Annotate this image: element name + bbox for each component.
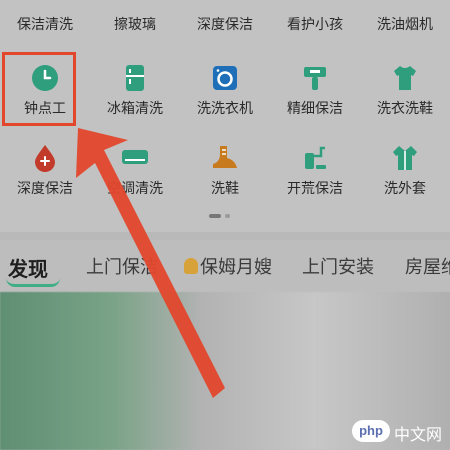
service-item-deep-clean[interactable]: 深度保洁	[180, 14, 270, 34]
service-label: 洗洗衣机	[197, 101, 253, 117]
tab-active-underline	[6, 278, 60, 287]
service-row-top: 保洁清洗 擦玻璃 深度保洁 看护小孩 洗油烟机	[0, 0, 450, 44]
tab-install[interactable]: 上门安装	[302, 253, 374, 279]
watermark: php 中文网	[352, 418, 448, 446]
service-label: 开荒保洁	[287, 181, 343, 197]
fridge-icon	[121, 64, 149, 92]
watermark-logo: php	[352, 420, 390, 442]
category-tabs: 发现 上门保洁 保姆月嫂 上门安装 房屋维	[0, 240, 450, 292]
vacuum-icon	[301, 144, 329, 172]
drop-plus-icon	[31, 144, 59, 172]
air-conditioner-icon	[121, 144, 149, 172]
service-label: 深度保洁	[17, 181, 73, 197]
coat-icon	[391, 144, 419, 172]
service-item-air-conditioner[interactable]: 空调清洗	[90, 136, 180, 206]
service-item-fridge[interactable]: 冰箱清洗	[90, 56, 180, 126]
shirt-icon	[391, 64, 419, 92]
service-label: 洗衣洗鞋	[377, 101, 433, 117]
tab-nanny[interactable]: 保姆月嫂	[184, 253, 272, 279]
service-label: 空调清洗	[107, 181, 163, 197]
service-label: 擦玻璃	[114, 17, 156, 33]
page-indicator	[209, 214, 239, 220]
service-label: 深度保洁	[197, 17, 253, 33]
service-item-range-hood[interactable]: 洗油烟机	[360, 14, 450, 34]
service-label: 洗油烟机	[377, 17, 433, 33]
service-item-coat-wash[interactable]: 洗外套	[360, 136, 450, 206]
service-item-deep-cleaning[interactable]: 深度保洁	[0, 136, 90, 206]
highlight-box	[2, 52, 76, 126]
service-item-laundry-shoes[interactable]: 洗衣洗鞋	[360, 56, 450, 126]
washing-machine-icon	[211, 64, 239, 92]
service-item-window[interactable]: 擦玻璃	[90, 14, 180, 34]
service-label: 看护小孩	[287, 17, 343, 33]
shoe-icon	[211, 144, 239, 172]
tool-icon	[301, 64, 329, 92]
tab-nanny-label: 保姆月嫂	[200, 257, 272, 278]
watermark-text: 中文网	[394, 425, 443, 444]
page-dot-active	[209, 214, 221, 218]
tab-home-cleaning[interactable]: 上门保洁	[86, 253, 158, 279]
service-item-fine-cleaning[interactable]: 精细保洁	[270, 56, 360, 126]
nanny-icon	[184, 258, 198, 274]
service-item-cleaning[interactable]: 保洁清洗	[0, 14, 90, 34]
service-label: 保洁清洗	[17, 17, 73, 33]
service-label: 冰箱清洗	[107, 101, 163, 117]
service-item-washing-machine[interactable]: 洗洗衣机	[180, 56, 270, 126]
page-dot	[225, 214, 230, 218]
service-item-pioneer-cleaning[interactable]: 开荒保洁	[270, 136, 360, 206]
service-item-shoe-wash[interactable]: 洗鞋	[180, 136, 270, 206]
tab-house[interactable]: 房屋维	[405, 253, 450, 279]
service-label: 洗鞋	[211, 181, 239, 197]
service-item-childcare[interactable]: 看护小孩	[270, 14, 360, 34]
service-label: 精细保洁	[287, 101, 343, 117]
service-label: 洗外套	[384, 181, 426, 197]
